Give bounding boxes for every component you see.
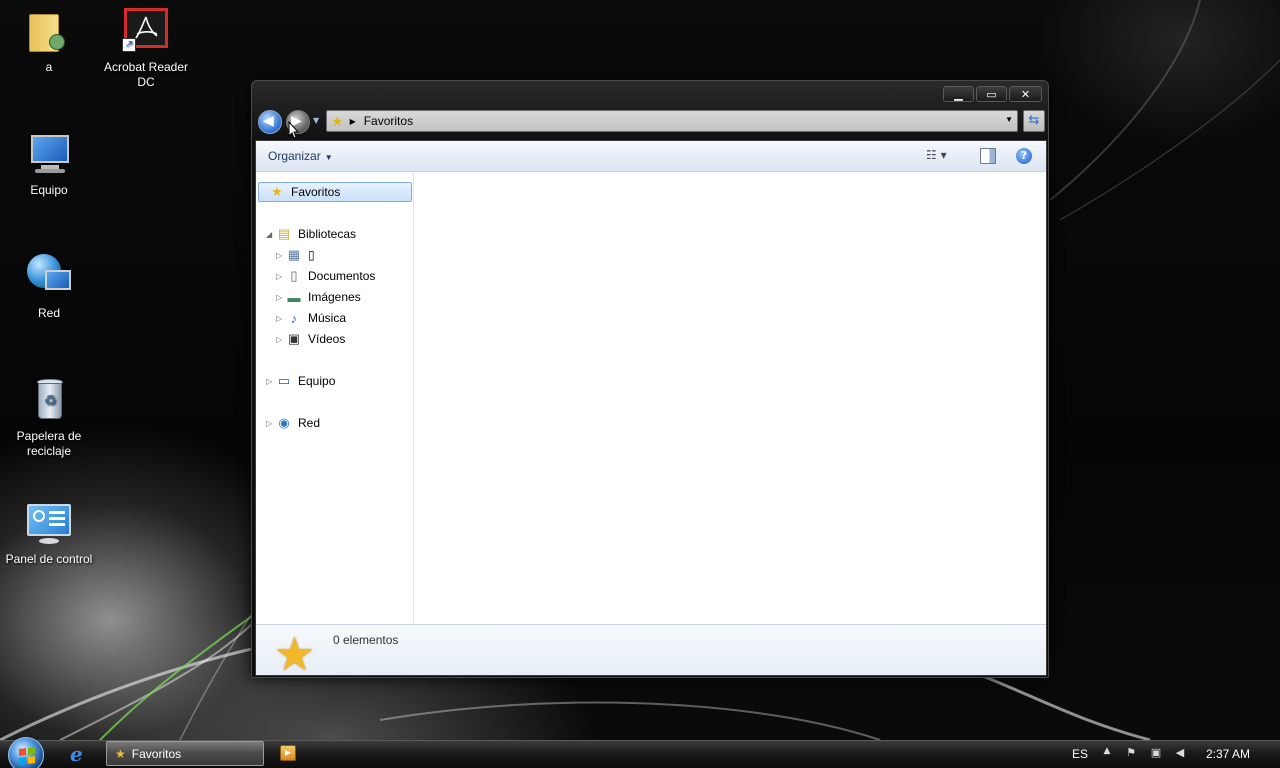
desktop-icon-label: Acrobat Reader DC xyxy=(103,60,189,89)
libraries-icon: ▤ xyxy=(277,226,291,241)
views-button[interactable]: ☷ ▾ xyxy=(926,148,962,164)
nav-item-network[interactable]: ▷ ◉ Red xyxy=(266,413,320,433)
back-arrow-icon: ◀ xyxy=(263,113,274,129)
navigation-bar: ◀ ▶ ▼ ★ ▶ Favoritos ▼ ⇆ xyxy=(256,108,1046,136)
start-button[interactable] xyxy=(8,737,44,768)
nav-item-libraries[interactable]: ◢ ▤ Bibliotecas xyxy=(266,224,356,244)
desktop-icon-label: Equipo xyxy=(30,183,68,197)
expand-arrow-icon[interactable]: ▷ xyxy=(276,251,286,260)
desktop-icon-user-folder[interactable]: a xyxy=(1,8,97,75)
action-center-flag-icon[interactable]: ⚑ xyxy=(1123,746,1139,762)
mouse-cursor-icon xyxy=(288,121,300,139)
internet-explorer-icon[interactable]: e xyxy=(70,744,90,764)
desktop-icon-control-panel[interactable]: Panel de control xyxy=(1,500,97,567)
caption-buttons: ▁ ▭ ✕ xyxy=(943,86,1042,102)
nav-item-label: ▯ xyxy=(308,248,315,262)
back-button[interactable]: ◀ xyxy=(258,110,282,134)
nav-item-favorites[interactable]: ★ Favoritos xyxy=(258,182,412,202)
nav-item-label: Música xyxy=(308,311,347,325)
address-breadcrumb[interactable]: Favoritos xyxy=(364,114,413,128)
music-icon: ♪ xyxy=(290,310,298,326)
organize-label: Organizar xyxy=(268,149,321,163)
show-hidden-icons-icon[interactable]: ▲ xyxy=(1099,746,1115,762)
item-count: 0 elementos xyxy=(333,633,399,647)
help-button[interactable]: ? xyxy=(1016,148,1032,164)
breadcrumb-chevron-icon[interactable]: ▶ xyxy=(350,117,356,126)
desktop-icon-recycle-bin[interactable]: ♻ Papelera de reciclaje xyxy=(1,377,97,459)
navigation-pane: ★ Favoritos ◢ ▤ Bibliotecas ▷ ▦ ▯ ▷ ▯ Do… xyxy=(256,173,414,624)
collapse-arrow-icon[interactable]: ◢ xyxy=(266,230,276,239)
documents-icon: ▯ xyxy=(290,268,298,283)
pictures-icon: ▬ xyxy=(287,289,301,305)
network-status-icon[interactable]: ▣ xyxy=(1148,746,1164,762)
videos-icon: ▣ xyxy=(287,331,301,346)
nav-item-documents[interactable]: ▷ ▯ Documentos xyxy=(276,266,375,286)
nav-item-label: Favoritos xyxy=(291,185,341,199)
expand-arrow-icon[interactable]: ▷ xyxy=(276,272,286,281)
nav-item-computer[interactable]: ▷ ▭ Equipo xyxy=(266,371,335,391)
desktop-icon-label: Papelera de reciclaje xyxy=(16,429,82,458)
explorer-window[interactable]: ▁ ▭ ✕ ◀ ▶ ▼ ★ ▶ Favoritos ▼ ⇆ Organizar ▼… xyxy=(251,80,1049,681)
expand-arrow-icon[interactable]: ▷ xyxy=(276,314,286,323)
nav-item-pictures[interactable]: ▷ ▬ Imágenes xyxy=(276,287,361,307)
address-dropdown-icon[interactable]: ▼ xyxy=(1005,115,1013,124)
nav-item-label: Red xyxy=(298,416,321,430)
organize-button[interactable]: Organizar ▼ xyxy=(268,149,333,163)
recycle-bin-icon: ♻ xyxy=(25,377,73,425)
nav-item-library-unnamed[interactable]: ▷ ▦ ▯ xyxy=(276,245,315,265)
network-icon: ◉ xyxy=(278,415,290,430)
close-button[interactable]: ✕ xyxy=(1009,86,1042,102)
expand-arrow-icon[interactable]: ▷ xyxy=(276,293,286,302)
nav-item-music[interactable]: ▷ ♪ Música xyxy=(276,308,346,328)
library-icon: ▦ xyxy=(287,247,301,262)
recent-pages-dropdown-icon[interactable]: ▼ xyxy=(313,116,319,125)
acrobat-reader-icon: ↗ xyxy=(122,8,170,56)
refresh-button[interactable]: ⇆ xyxy=(1023,110,1045,132)
views-icon: ☷ ▾ xyxy=(926,148,947,162)
control-panel-icon xyxy=(25,500,73,548)
nav-item-label: Vídeos xyxy=(308,332,346,346)
user-folder-icon xyxy=(25,8,73,56)
organize-dropdown-icon: ▼ xyxy=(324,153,333,162)
volume-muted-icon[interactable]: ◀ xyxy=(1172,746,1188,762)
expand-arrow-icon[interactable]: ▷ xyxy=(266,377,276,386)
taskbar-button-favorites[interactable]: ★ Favoritos xyxy=(106,741,264,766)
expand-arrow-icon[interactable]: ▷ xyxy=(276,335,286,344)
desktop-icon-acrobat[interactable]: ↗ Acrobat Reader DC xyxy=(98,8,194,90)
media-player-icon[interactable]: ▶ xyxy=(280,745,296,761)
desktop-icon-network[interactable]: Red xyxy=(1,254,97,321)
windows-logo-icon xyxy=(19,747,35,765)
details-pane: ★ 0 elementos xyxy=(256,624,1046,681)
nav-item-label: Bibliotecas xyxy=(298,227,357,241)
maximize-button[interactable]: ▭ xyxy=(976,86,1007,102)
expand-arrow-icon[interactable]: ▷ xyxy=(266,419,276,428)
desktop-icon-computer[interactable]: Equipo xyxy=(1,131,97,198)
nav-item-label: Equipo xyxy=(298,374,336,388)
taskbar-button-label: Favoritos xyxy=(131,746,182,761)
file-list-area[interactable] xyxy=(415,173,1046,624)
nav-item-label: Documentos xyxy=(308,269,376,283)
clock[interactable]: 2:37 AM xyxy=(1206,740,1250,768)
command-bar: Organizar ▼ ☷ ▾ ? xyxy=(256,141,1046,172)
computer-icon xyxy=(25,131,73,179)
desktop-icon-label: Red xyxy=(37,306,60,320)
computer-icon: ▭ xyxy=(277,373,291,388)
explorer-client-area: Organizar ▼ ☷ ▾ ? ★ Favoritos ◢ ▤ Bibliot… xyxy=(255,140,1047,681)
refresh-icon: ⇆ xyxy=(1028,113,1040,128)
network-icon xyxy=(25,254,73,302)
favorites-star-icon: ★ xyxy=(115,746,126,761)
nav-item-label: Imágenes xyxy=(308,290,361,304)
minimize-button[interactable]: ▁ xyxy=(943,86,974,102)
desktop-icon-label: Panel de control xyxy=(5,552,93,566)
nav-item-videos[interactable]: ▷ ▣ Vídeos xyxy=(276,329,345,349)
favorites-star-icon: ★ xyxy=(331,112,344,129)
desktop-icon-label: a xyxy=(45,60,53,74)
address-bar[interactable]: ★ ▶ Favoritos ▼ xyxy=(326,110,1018,132)
favorites-star-icon: ★ xyxy=(271,184,283,199)
favorites-star-icon: ★ xyxy=(274,627,316,681)
language-indicator[interactable]: ES xyxy=(1072,740,1088,768)
preview-pane-button[interactable] xyxy=(980,148,996,164)
